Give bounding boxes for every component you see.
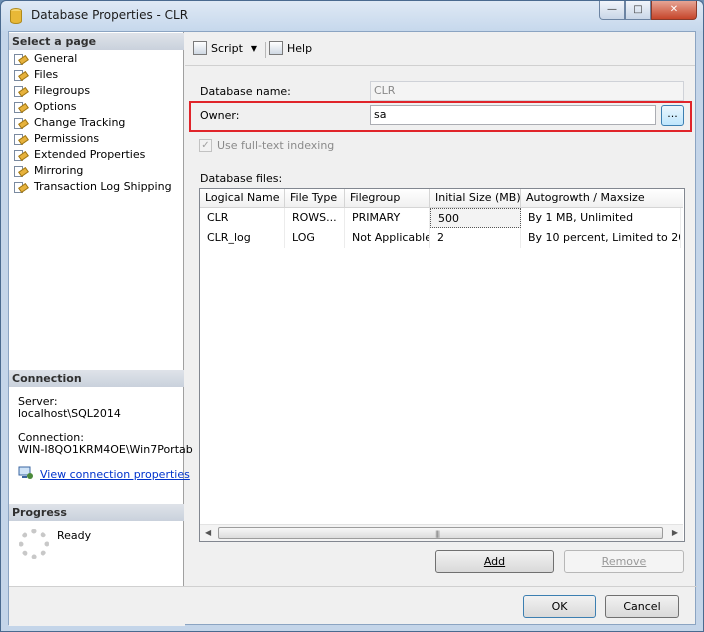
fulltext-checkbox: ✓ bbox=[199, 139, 212, 152]
footer-divider bbox=[185, 586, 697, 587]
table-cell[interactable]: By 10 percent, Limited to 209... bbox=[521, 228, 681, 248]
owner-label: Owner: bbox=[200, 109, 240, 122]
page-wrench-icon bbox=[13, 133, 29, 146]
remove-button: Remove bbox=[564, 550, 684, 573]
scrollbar-thumb[interactable]: ||| bbox=[218, 527, 663, 539]
horizontal-scrollbar[interactable]: ◀ ||| ▶ bbox=[200, 524, 683, 541]
page-item-label: Change Tracking bbox=[34, 116, 126, 129]
page-item-change-tracking[interactable]: Change Tracking bbox=[13, 115, 181, 131]
page-item-permissions[interactable]: Permissions bbox=[13, 131, 181, 147]
select-page-header: Select a page bbox=[9, 33, 184, 50]
table-cell[interactable]: CLR_log bbox=[200, 228, 285, 248]
fulltext-label: Use full-text indexing bbox=[217, 139, 335, 152]
connection-header: Connection bbox=[9, 370, 184, 387]
remove-button-label: Remove bbox=[601, 555, 647, 568]
left-pane: Select a page General Files Filegroups O… bbox=[9, 32, 193, 586]
column-header[interactable]: Autogrowth / Maxsize bbox=[521, 189, 681, 208]
server-value: localhost\SQL2014 bbox=[18, 407, 121, 420]
table-row[interactable]: CLR ROWS... PRIMARY 500 By 1 MB, Unlimit… bbox=[200, 208, 683, 228]
table-cell[interactable]: LOG bbox=[285, 228, 345, 248]
dialog-window: Database Properties - CLR — □ ✕ Select a… bbox=[0, 0, 704, 632]
database-name-field: CLR bbox=[370, 81, 684, 101]
page-wrench-icon bbox=[13, 165, 29, 178]
page-item-general[interactable]: General bbox=[13, 51, 181, 67]
grip-icon: ||| bbox=[435, 530, 440, 538]
page-wrench-icon bbox=[13, 69, 29, 82]
toolbar: Script ▼ Help bbox=[185, 32, 695, 66]
progress-header: Progress bbox=[9, 504, 184, 521]
database-icon bbox=[10, 8, 22, 24]
page-item-label: Options bbox=[34, 100, 77, 113]
script-icon bbox=[193, 41, 207, 55]
maximize-button[interactable]: □ bbox=[625, 1, 651, 20]
close-button[interactable]: ✕ bbox=[651, 1, 697, 20]
cancel-button[interactable]: Cancel bbox=[605, 595, 679, 618]
page-wrench-icon bbox=[13, 101, 29, 114]
connection-value: WIN-I8QO1KRM4OE\Win7Portab bbox=[18, 443, 193, 456]
page-item-label: Permissions bbox=[34, 132, 100, 145]
page-wrench-icon bbox=[13, 149, 29, 162]
page-item-files[interactable]: Files bbox=[13, 67, 181, 83]
grid-header: Logical Name File Type Filegroup Initial… bbox=[200, 189, 683, 208]
chevron-down-icon[interactable]: ▼ bbox=[251, 44, 257, 53]
window-title: Database Properties - CLR bbox=[31, 8, 189, 22]
page-item-mirroring[interactable]: Mirroring bbox=[13, 163, 181, 179]
dialog-client-area: Select a page General Files Filegroups O… bbox=[8, 31, 697, 626]
database-files-grid[interactable]: Logical Name File Type Filegroup Initial… bbox=[199, 188, 685, 542]
page-item-label: Files bbox=[34, 68, 59, 81]
scroll-left-icon[interactable]: ◀ bbox=[205, 528, 211, 537]
page-item-label: Transaction Log Shipping bbox=[34, 180, 172, 193]
page-wrench-icon bbox=[13, 53, 29, 66]
column-header[interactable]: Filegroup bbox=[345, 189, 430, 208]
table-cell[interactable]: ROWS... bbox=[285, 208, 345, 228]
page-item-label: Filegroups bbox=[34, 84, 91, 97]
column-header[interactable]: Logical Name bbox=[200, 189, 285, 208]
view-connection-properties-link[interactable]: View connection properties bbox=[40, 469, 190, 481]
page-wrench-icon bbox=[13, 85, 29, 98]
title-bar[interactable]: Database Properties - CLR — □ ✕ bbox=[1, 1, 703, 31]
page-item-transaction-log-shipping[interactable]: Transaction Log Shipping bbox=[13, 179, 181, 195]
page-item-filegroups[interactable]: Filegroups bbox=[13, 83, 181, 99]
toolbar-separator bbox=[265, 42, 266, 58]
help-button[interactable]: Help bbox=[269, 41, 312, 55]
scroll-right-icon[interactable]: ▶ bbox=[672, 528, 678, 537]
page-item-label: Extended Properties bbox=[34, 148, 146, 161]
page-item-options[interactable]: Options bbox=[13, 99, 181, 115]
page-list: General Files Filegroups Options Change … bbox=[13, 51, 181, 195]
add-button[interactable]: Add bbox=[435, 550, 554, 573]
footer-left-area bbox=[9, 586, 185, 626]
table-cell[interactable]: Not Applicable bbox=[345, 228, 430, 248]
page-wrench-icon bbox=[13, 181, 29, 194]
script-button[interactable]: Script ▼ bbox=[193, 41, 257, 55]
ok-button[interactable]: OK bbox=[523, 595, 596, 618]
help-icon bbox=[269, 41, 283, 55]
database-files-label: Database files: bbox=[200, 172, 283, 185]
database-name-label: Database name: bbox=[200, 85, 291, 98]
minimize-button[interactable]: — bbox=[599, 1, 625, 20]
table-cell[interactable]: 500 bbox=[430, 208, 521, 228]
owner-field[interactable]: sa bbox=[370, 105, 656, 125]
page-wrench-icon bbox=[13, 117, 29, 130]
table-row[interactable]: CLR_log LOG Not Applicable 2 By 10 perce… bbox=[200, 228, 683, 248]
script-label: Script bbox=[211, 41, 243, 55]
table-cell[interactable]: PRIMARY bbox=[345, 208, 430, 228]
page-item-label: Mirroring bbox=[34, 164, 84, 177]
column-header[interactable]: File Type bbox=[285, 189, 345, 208]
table-cell[interactable]: 2 bbox=[430, 228, 521, 248]
connection-properties-icon bbox=[18, 466, 33, 479]
browse-owner-button[interactable]: ... bbox=[661, 105, 684, 126]
progress-spinner-icon bbox=[19, 529, 49, 559]
add-button-label: Add bbox=[483, 555, 506, 568]
page-item-extended-properties[interactable]: Extended Properties bbox=[13, 147, 181, 163]
table-cell[interactable]: By 1 MB, Unlimited bbox=[521, 208, 681, 228]
help-label: Help bbox=[287, 41, 313, 55]
page-item-label: General bbox=[34, 52, 78, 65]
table-cell[interactable]: CLR bbox=[200, 208, 285, 228]
column-header[interactable]: Initial Size (MB) bbox=[430, 189, 521, 208]
progress-status: Ready bbox=[57, 529, 92, 542]
